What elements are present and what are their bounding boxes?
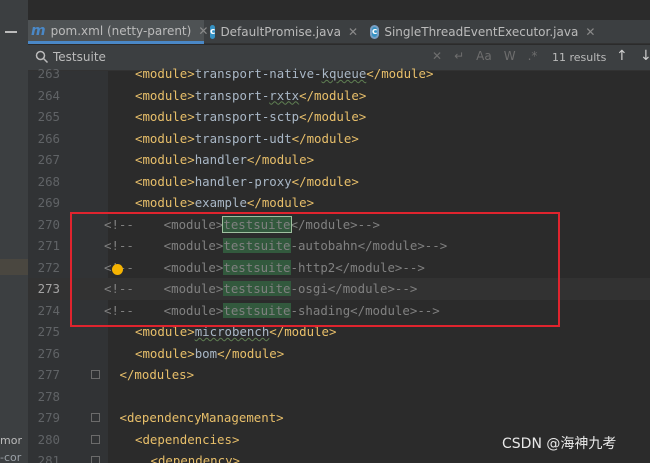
search-icon[interactable]: [35, 50, 49, 64]
code-text: <module>handler-proxy</module>: [135, 173, 359, 189]
maven-icon: m: [31, 22, 46, 39]
line-number: 275: [37, 324, 60, 339]
line-number: 280: [37, 431, 60, 447]
line-number: 276: [37, 345, 60, 361]
code-text: <module>transport-rxtx</module>: [135, 87, 367, 103]
code-line[interactable]: 278: [28, 386, 650, 408]
line-number: 264: [37, 87, 60, 103]
code-text: <module>handler</module>: [135, 152, 315, 167]
tab-label: DefaultPromise.java: [220, 25, 341, 39]
project-panel-edge: mor -cor: [0, 0, 28, 463]
line-number: 274: [37, 302, 60, 318]
code-text: <module>example</module>: [135, 195, 315, 210]
code-text: <module>transport-sctp</module>: [135, 109, 367, 124]
close-icon[interactable]: ✕: [348, 25, 358, 39]
line-number: 265: [37, 109, 60, 124]
tab-label: SingleThreadEventExecutor.java: [384, 25, 579, 39]
fold-icon[interactable]: [91, 434, 100, 444]
tab-pom-xml[interactable]: m pom.xml (netty-parent) ✕: [28, 20, 208, 44]
collapse-icon[interactable]: [5, 31, 17, 33]
watermark: CSDN @海神九考: [502, 436, 617, 452]
code-text: </modules>: [119, 367, 195, 382]
line-number: 271: [37, 238, 60, 253]
fold-icon[interactable]: [91, 413, 100, 422]
code-line[interactable]: 277 </modules>: [28, 364, 650, 386]
line-number: 263: [37, 66, 60, 81]
project-tree-item[interactable]: -cor: [0, 451, 21, 463]
fold-icon[interactable]: [91, 370, 100, 379]
line-number: 277: [37, 367, 60, 382]
code-line[interactable]: 265 <module>transport-sctp</module>: [28, 106, 650, 128]
words-toggle[interactable]: W: [504, 49, 516, 63]
line-number: 281: [37, 453, 60, 463]
line-number: 278: [37, 388, 60, 404]
tab-default-promise[interactable]: c DefaultPromise.java ✕: [206, 20, 358, 44]
code-text: <dependencyManagement>: [119, 410, 284, 425]
class-icon: c: [370, 25, 380, 39]
code-line[interactable]: 279 <dependencyManagement>: [28, 407, 650, 429]
code-text: <module>bom</module>: [135, 345, 285, 361]
previous-occurrence-icon[interactable]: ↑: [616, 48, 628, 64]
code-text: <dependency>: [150, 453, 241, 463]
code-line[interactable]: 268 <module>handler-proxy</module>: [28, 171, 650, 193]
line-number: 272: [37, 259, 60, 275]
code-line[interactable]: 269 <module>example</module>: [28, 192, 650, 214]
code-text: <dependencies>: [135, 431, 240, 447]
code-line[interactable]: 266 <module>transport-udt</module>: [28, 128, 650, 150]
line-number: 268: [37, 173, 60, 189]
class-icon: c: [210, 25, 216, 39]
close-icon[interactable]: ✕: [585, 25, 595, 39]
code-line[interactable]: 263 <module>transport-native-kqueue</modu…: [28, 63, 650, 85]
fold-icon[interactable]: [91, 456, 100, 463]
code-line[interactable]: 264 <module>transport-rxtx</module>: [28, 85, 650, 107]
line-number: 273: [37, 281, 60, 296]
line-number: 266: [37, 130, 60, 146]
tab-label: pom.xml (netty-parent): [50, 23, 192, 38]
line-number: 267: [37, 152, 60, 167]
code-line[interactable]: 267 <module>handler</module>: [28, 149, 650, 171]
match-case-toggle[interactable]: Aa: [476, 49, 492, 63]
search-options: ✕ ↵ Aa W .*: [432, 49, 537, 63]
clear-icon[interactable]: ✕: [432, 49, 442, 63]
project-tree-selection[interactable]: [0, 259, 28, 275]
code-text: <module>transport-native-kqueue</module>: [135, 66, 434, 81]
tab-single-thread-event-executor[interactable]: c SingleThreadEventExecutor.java ✕: [366, 20, 595, 44]
annotation-highlight-box: [70, 212, 560, 327]
line-number: 270: [37, 216, 60, 232]
line-number: 269: [37, 195, 60, 210]
editor-tab-bar: m pom.xml (netty-parent) ✕ c DefaultProm…: [28, 20, 650, 44]
code-line[interactable]: 276 <module>bom</module>: [28, 343, 650, 365]
regex-toggle[interactable]: .*: [528, 49, 538, 63]
code-text: <module>transport-udt</module>: [135, 130, 359, 146]
line-number: 279: [37, 410, 60, 425]
project-tree-item[interactable]: mor: [0, 434, 22, 447]
search-input[interactable]: Testsuite: [53, 50, 106, 64]
new-line-icon[interactable]: ↵: [454, 49, 464, 63]
next-occurrence-icon[interactable]: ↓: [640, 48, 650, 64]
